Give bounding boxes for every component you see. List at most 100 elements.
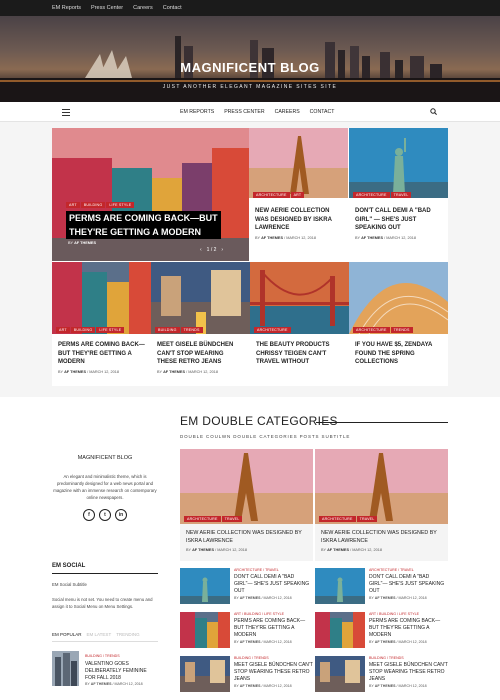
post-title[interactable]: MEET GISELE BÜNDCHEN CAN'T STOP WEARING … [369, 662, 449, 683]
post-title[interactable]: IF YOU HAVE $5, ZENDAYA FOUND THE SPRING… [355, 341, 442, 367]
post-meta: BY AF THEMES / MARCH 12, 2018 [85, 682, 143, 686]
category-tag[interactable]: ARCHITECTURE [253, 192, 290, 198]
tab-trending[interactable]: TRENDING [116, 632, 140, 637]
post-categories[interactable]: ARCHITECTURE / TRAVEL [234, 568, 279, 572]
meta-author[interactable]: AF THEMES [375, 596, 396, 600]
meta-author[interactable]: AF THEMES [64, 370, 86, 374]
meta-author[interactable]: AF THEMES [375, 684, 396, 688]
site-title[interactable]: MAGNIFICENT BLOG [0, 60, 500, 75]
post-title[interactable]: VALENTINO GOES DELIBERATELY FEMININE FOR… [85, 661, 157, 682]
category-tag[interactable]: BUILDING [80, 202, 106, 208]
top-link-contact[interactable]: Contact [163, 5, 182, 11]
tab-em-popular[interactable]: EM POPULAR [52, 632, 82, 637]
slider-next-icon[interactable]: › [221, 247, 223, 253]
meta-author[interactable]: AF THEMES [163, 370, 185, 374]
category-tag[interactable]: ART [56, 327, 70, 333]
post-title[interactable]: NEW AERIE COLLECTION WAS DESIGNED BY ISK… [186, 529, 307, 545]
meta-author[interactable]: AF THEMES [361, 236, 383, 240]
list-item[interactable]: ART / BUILDING / LIFE STYLE PERMS ARE CO… [315, 612, 448, 648]
meta-author[interactable]: AF THEMES [240, 684, 261, 688]
twitter-icon[interactable]: t [99, 509, 111, 521]
post-title[interactable]: PERMS ARE COMING BACK—BUT THEY'RE GETTIN… [234, 618, 314, 639]
menu-icon[interactable] [62, 109, 70, 118]
category-tag[interactable]: BUILDING [70, 327, 96, 333]
post-title[interactable]: PERMS ARE COMING BACK—BUT THEY'RE GETTIN… [369, 618, 449, 639]
post-title[interactable]: DON'T CALL DEMI A "BAD GIRL"— SHE'S JUST… [369, 574, 449, 595]
meta-author[interactable]: AF THEMES [327, 548, 349, 552]
nav-item-press-center[interactable]: PRESS CENTER [224, 109, 264, 115]
linkedin-icon[interactable]: in [115, 509, 127, 521]
post-title[interactable]: NEW AERIE COLLECTION WAS DESIGNED BY ISK… [321, 529, 442, 545]
featured-slider[interactable]: ART BUILDING LIFE STYLE PERMS ARE COMING… [52, 128, 249, 261]
post-meta: BY AF THEMES / MARCH 12, 2018 [157, 369, 218, 374]
post-title[interactable]: PERMS ARE COMING BACK—BUT THEY'RE GETTIN… [58, 341, 145, 367]
post-thumbnail [52, 651, 79, 686]
category-tag[interactable]: TRAVEL [390, 192, 412, 198]
post-title[interactable]: MEET GISELE BÜNDCHEN CAN'T STOP WEARING … [234, 662, 314, 683]
sidebar-title: MAGNIFICENT BLOG [77, 455, 133, 461]
post-title[interactable]: DON'T CALL DEMI A "BAD GIRL" — SHE'S JUS… [355, 207, 442, 233]
meta-author[interactable]: AF THEMES [240, 596, 261, 600]
post-categories[interactable]: BUILDING / TRENDS [234, 656, 269, 660]
slider-prev-icon[interactable]: ‹ [200, 247, 202, 253]
meta-author[interactable]: AF THEMES [375, 640, 396, 644]
tab-em-latest[interactable]: EM LATEST [87, 632, 112, 637]
post-title[interactable]: DON'T CALL DEMI A "BAD GIRL"— SHE'S JUST… [234, 574, 314, 595]
post-meta: BY AF THEMES / MARCH 12, 2018 [58, 369, 119, 374]
category-tag[interactable]: TRAVEL [356, 516, 378, 522]
post-categories[interactable]: BUILDING / TRENDS [85, 654, 120, 658]
facebook-icon[interactable]: f [83, 509, 95, 521]
list-item[interactable]: ART / BUILDING / LIFE STYLE PERMS ARE CO… [180, 612, 313, 648]
meta-author[interactable]: AF THEMES [74, 241, 96, 245]
post-title[interactable]: MEET GISELE BÜNDCHEN CAN'T STOP WEARING … [157, 341, 244, 367]
list-item[interactable]: ARCHITECTURE / TRAVEL DON'T CALL DEMI A … [180, 568, 313, 604]
post-categories[interactable]: ARCHITECTURE / TRAVEL [369, 568, 414, 572]
top-link-press-center[interactable]: Press Center [91, 5, 123, 11]
nav-item-contact[interactable]: CONTACT [310, 109, 335, 115]
category-tag[interactable]: ART [290, 192, 305, 198]
post-thumbnail [180, 568, 230, 604]
category-tag[interactable]: LIFE STYLE [96, 327, 125, 333]
post-card[interactable]: ARCHITECTURE THE BEAUTY PRODUCTS CHRISSY… [250, 262, 349, 386]
list-item[interactable]: ARCHITECTURE / TRAVEL DON'T CALL DEMI A … [315, 568, 448, 604]
post-card[interactable]: BUILDING TRENDS MEET GISELE BÜNDCHEN CAN… [151, 262, 250, 386]
category-tag[interactable]: TRAVEL [221, 516, 243, 522]
post-card[interactable]: ARCHITECTURE TRAVEL DON'T CALL DEMI A "B… [349, 128, 448, 261]
post-meta: BY AF THEMES / MARCH 12, 2018 [369, 684, 427, 688]
meta-date: MARCH 12, 2018 [398, 640, 427, 644]
post-categories[interactable]: BUILDING / TRENDS [369, 656, 404, 660]
meta-author[interactable]: AF THEMES [261, 236, 283, 240]
meta-author[interactable]: AF THEMES [240, 640, 261, 644]
post-image [349, 262, 448, 334]
category-tag[interactable]: BUILDING [155, 327, 180, 333]
post-categories[interactable]: ART / BUILDING / LIFE STYLE [369, 612, 419, 616]
top-link-em-reports[interactable]: EM Reports [52, 5, 81, 11]
nav-item-em-reports[interactable]: EM REPORTS [180, 109, 214, 115]
post-card[interactable]: ART BUILDING LIFE STYLE PERMS ARE COMING… [52, 262, 151, 386]
featured-title-line: PERMS ARE COMING BACK—BUT [69, 213, 218, 223]
list-item[interactable]: BUILDING / TRENDS MEET GISELE BÜNDCHEN C… [180, 656, 313, 692]
post-thumbnail [315, 612, 365, 648]
post-title[interactable]: THE BEAUTY PRODUCTS CHRISSY TEIGEN CAN'T… [256, 341, 343, 367]
list-item[interactable]: BUILDING / TRENDS MEET GISELE BÜNDCHEN C… [315, 656, 448, 692]
post-card[interactable]: ARCHITECTURE TRENDS IF YOU HAVE $5, ZEND… [349, 262, 448, 386]
top-link-careers[interactable]: Careers [133, 5, 153, 11]
section-title-underline [316, 422, 448, 423]
category-tag[interactable]: ARCHITECTURE [254, 327, 291, 333]
meta-author[interactable]: AF THEMES [192, 548, 214, 552]
post-title[interactable]: NEW AERIE COLLECTION WAS DESIGNED BY ISK… [255, 207, 342, 233]
category-tag[interactable]: ARCHITECTURE [353, 327, 390, 333]
category-tag[interactable]: ARCHITECTURE [184, 516, 221, 522]
search-icon[interactable] [430, 108, 437, 115]
nav-item-careers[interactable]: CAREERS [275, 109, 300, 115]
meta-author[interactable]: AF THEMES [91, 682, 112, 686]
category-tag[interactable]: ARCHITECTURE [319, 516, 356, 522]
category-tag[interactable]: TRENDS [180, 327, 203, 333]
category-tag[interactable]: TRENDS [390, 327, 413, 333]
featured-title[interactable]: PERMS ARE COMING BACK—BUT THEY'RE GETTIN… [66, 211, 221, 239]
post-categories[interactable]: ART / BUILDING / LIFE STYLE [234, 612, 284, 616]
post-card[interactable]: ARCHITECTURE ART NEW AERIE COLLECTION WA… [249, 128, 348, 261]
category-tag[interactable]: ARCHITECTURE [353, 192, 390, 198]
category-tag[interactable]: ART [66, 202, 80, 208]
category-tag[interactable]: LIFE STYLE [106, 202, 135, 208]
